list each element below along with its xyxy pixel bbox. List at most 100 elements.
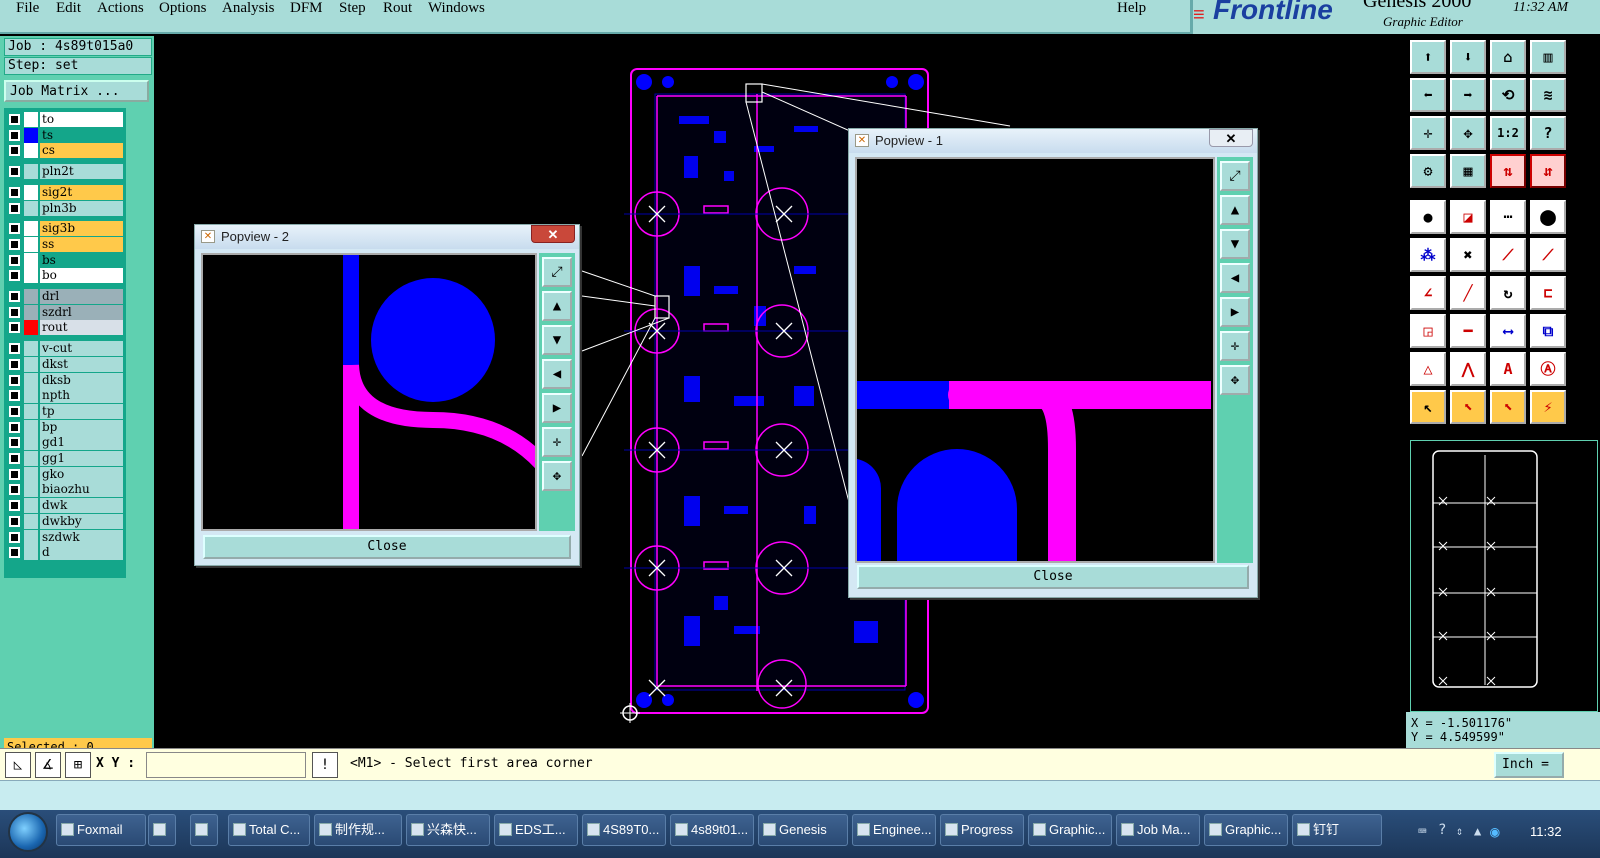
layer-row-v-cut[interactable]: v-cut bbox=[7, 341, 123, 357]
popview-1-titlebar[interactable]: ✕ Popview - 1 bbox=[849, 129, 1257, 153]
layer-name[interactable]: gg1 bbox=[40, 451, 123, 466]
menu-analysis[interactable]: Analysis bbox=[222, 0, 275, 17]
layer-checkbox[interactable] bbox=[9, 421, 20, 433]
layer-color-swatch[interactable] bbox=[24, 435, 38, 451]
menu-file[interactable]: File bbox=[16, 0, 39, 17]
alert-icon[interactable]: ! bbox=[312, 752, 338, 778]
layer-row-pln2t[interactable]: pln2t bbox=[7, 164, 123, 180]
layer-checkbox[interactable] bbox=[9, 129, 20, 141]
layer-color-swatch[interactable] bbox=[24, 268, 38, 284]
layer-row-npth[interactable]: npth bbox=[7, 388, 123, 404]
taskbar-button[interactable] bbox=[190, 814, 218, 846]
pointer-icon[interactable]: ↖ bbox=[1410, 390, 1446, 424]
layer-color-swatch[interactable] bbox=[24, 419, 38, 435]
taskbar-button[interactable]: Graphic... bbox=[1028, 814, 1112, 846]
layer-row-biaozhu[interactable]: biaozhu bbox=[7, 482, 123, 498]
layer-checkbox[interactable] bbox=[9, 223, 20, 235]
pan-left-icon[interactable]: ◀ bbox=[542, 359, 572, 389]
layer-row-bo[interactable]: bo bbox=[7, 268, 123, 284]
layer-color-swatch[interactable] bbox=[24, 356, 38, 372]
zoom-fit-icon[interactable]: ⤢ bbox=[1220, 161, 1250, 191]
zoom-in-icon[interactable]: ✛ bbox=[542, 427, 572, 457]
arc-icon[interactable]: ↻ bbox=[1490, 276, 1526, 310]
layer-name[interactable]: gko bbox=[40, 466, 123, 482]
layer-checkbox[interactable] bbox=[9, 306, 20, 318]
layer-row-to[interactable]: to bbox=[7, 112, 123, 127]
menu-windows[interactable]: Windows bbox=[428, 0, 485, 17]
layer-name[interactable]: drl bbox=[40, 289, 123, 304]
units-selector[interactable]: Inch = bbox=[1494, 752, 1564, 778]
layer-color-swatch[interactable] bbox=[24, 451, 38, 466]
layer-checkbox[interactable] bbox=[9, 484, 20, 496]
triangle-2-icon[interactable]: ⋀ bbox=[1450, 352, 1486, 386]
layer-row-sig3b[interactable]: sig3b bbox=[7, 221, 123, 237]
line-tool-icon[interactable]: ⟋ bbox=[1490, 238, 1526, 272]
layer-row-cs[interactable]: cs bbox=[7, 143, 123, 159]
menu-step[interactable]: Step bbox=[339, 0, 366, 17]
popview-1-canvas[interactable] bbox=[855, 157, 1215, 563]
measure-icon[interactable]: ◪ bbox=[1450, 200, 1486, 234]
network-icon[interactable]: ◉ bbox=[1490, 822, 1500, 841]
popview-2-titlebar[interactable]: ✕ Popview - 2 bbox=[195, 225, 579, 249]
taskbar-button[interactable]: Genesis bbox=[758, 814, 848, 846]
layer-checkbox[interactable] bbox=[9, 437, 20, 449]
layer-name[interactable]: tp bbox=[40, 403, 123, 419]
layer-row-gg1[interactable]: gg1 bbox=[7, 451, 123, 466]
layer-row-sig2t[interactable]: sig2t bbox=[7, 184, 123, 200]
layer-row-gd1[interactable]: gd1 bbox=[7, 435, 123, 451]
layer-row-dwk[interactable]: dwk bbox=[7, 498, 123, 514]
layer-checkbox[interactable] bbox=[9, 238, 20, 250]
line-node-icon[interactable]: ⟋ bbox=[1530, 238, 1566, 272]
taskbar-button[interactable]: 4S89T0... bbox=[582, 814, 666, 846]
cross-icon[interactable]: ✖ bbox=[1450, 238, 1486, 272]
pan-up-icon[interactable]: ▲ bbox=[1220, 195, 1250, 225]
layer-color-swatch[interactable] bbox=[24, 545, 38, 561]
pan-up-icon[interactable]: ▲ bbox=[542, 291, 572, 321]
layer-name[interactable]: gd1 bbox=[40, 435, 123, 451]
layer-checkbox[interactable] bbox=[9, 343, 20, 355]
layer-checkbox[interactable] bbox=[9, 547, 20, 559]
taskbar-button[interactable]: 钉钉 bbox=[1292, 814, 1382, 846]
undo-view-icon[interactable]: ⟲ bbox=[1490, 78, 1526, 112]
layer-name[interactable]: dwk bbox=[40, 498, 123, 514]
menu-rout[interactable]: Rout bbox=[383, 0, 412, 17]
taskbar-button[interactable]: Progress bbox=[940, 814, 1024, 846]
zoom-out-icon[interactable]: ✥ bbox=[1450, 116, 1486, 150]
layer-checkbox[interactable] bbox=[9, 453, 20, 464]
group-icon[interactable]: ⧉ bbox=[1530, 314, 1566, 348]
layer-color-swatch[interactable] bbox=[24, 304, 38, 320]
layer-checkbox[interactable] bbox=[9, 405, 20, 417]
popview-2-canvas[interactable] bbox=[201, 253, 549, 531]
layer-name[interactable]: dwkby bbox=[40, 513, 123, 529]
zoom-down-icon[interactable]: ⬇ bbox=[1450, 40, 1486, 74]
layer-color-swatch[interactable] bbox=[24, 341, 38, 357]
layer-name[interactable]: bs bbox=[40, 252, 123, 268]
grid-snap-icon[interactable]: ⊞ bbox=[65, 752, 91, 778]
layer-checkbox[interactable] bbox=[9, 531, 20, 543]
layer-checkbox[interactable] bbox=[9, 390, 20, 402]
triangle-3-icon[interactable]: A bbox=[1490, 352, 1526, 386]
popview-1-close-icon[interactable]: ✕ bbox=[1209, 129, 1253, 147]
zoom-out-icon[interactable]: ✥ bbox=[542, 461, 572, 491]
job-matrix-button[interactable]: Job Matrix ... bbox=[4, 80, 149, 102]
minus-icon[interactable]: ━ bbox=[1450, 314, 1486, 348]
start-button[interactable] bbox=[8, 812, 48, 852]
layer-row-ss[interactable]: ss bbox=[7, 236, 123, 252]
menu-actions[interactable]: Actions bbox=[97, 0, 144, 17]
layer-name[interactable]: dksb bbox=[40, 372, 123, 388]
zoom-out-icon[interactable]: ✥ bbox=[1220, 365, 1250, 395]
connect-icon[interactable]: ⁂ bbox=[1410, 238, 1446, 272]
pan-right-icon[interactable]: ▶ bbox=[542, 393, 572, 423]
pan-left-icon[interactable]: ◀ bbox=[1220, 263, 1250, 293]
help-circle-icon[interactable]: ? bbox=[1438, 822, 1446, 838]
layer-color-swatch[interactable] bbox=[24, 513, 38, 529]
keyboard-icon[interactable]: ⌨ bbox=[1418, 824, 1426, 840]
layer-color-swatch[interactable] bbox=[24, 127, 38, 143]
popview-2-close-button[interactable]: Close bbox=[203, 535, 571, 559]
menu-edit[interactable]: Edit bbox=[56, 0, 81, 17]
layer-color-swatch[interactable] bbox=[24, 236, 38, 252]
layer-name[interactable]: v-cut bbox=[40, 341, 123, 357]
layer-checkbox[interactable] bbox=[9, 374, 20, 386]
layer-checkbox[interactable] bbox=[9, 270, 20, 282]
layer-sync-icon[interactable]: ⇅ bbox=[1490, 154, 1526, 188]
